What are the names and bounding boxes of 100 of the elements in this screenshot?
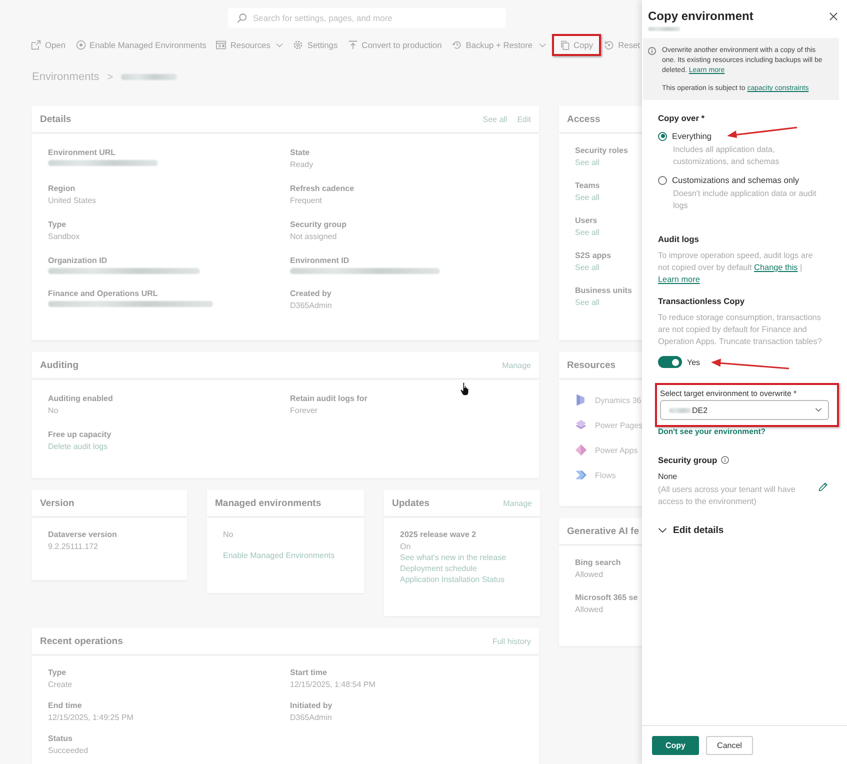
toolbar-button[interactable]: Backup + Restore [452, 40, 546, 50]
edit-details-toggle[interactable]: Edit details [658, 525, 724, 536]
field-link[interactable]: See all [575, 228, 600, 237]
learn-more-link[interactable]: Learn more [658, 275, 700, 284]
field-label: 2025 release wave 2 [400, 530, 476, 539]
header-link[interactable]: Edit [517, 114, 531, 124]
option-label[interactable]: Customizations and schemas only [672, 175, 800, 185]
section-label: Security group [658, 455, 718, 465]
stacked-layers-icon [575, 419, 587, 431]
target-environment-select[interactable]: DE2 [660, 400, 829, 420]
field-label: Organization ID [48, 256, 108, 265]
card-title: Managed environments [215, 498, 322, 508]
pencil-icon [818, 482, 828, 492]
card-title: Details [40, 114, 72, 124]
toggle-switch[interactable] [658, 356, 682, 368]
search-icon [237, 13, 247, 23]
copy-button[interactable]: Copy [652, 736, 699, 754]
audit-logs-description: To improve operation speed, audit logs are not copied over by default Change this | Learn more [658, 250, 814, 286]
field-value: Ready [290, 160, 314, 169]
close-icon [829, 12, 838, 20]
field-label: Bing search [575, 558, 621, 567]
diamond-icon [575, 444, 587, 456]
search-field[interactable]: Search for settings, pages, and more [228, 8, 506, 28]
copy-icon [560, 40, 570, 50]
circle-dot-icon [76, 40, 86, 50]
field-value: D365Admin [290, 301, 332, 310]
update-link[interactable]: Application Installation Status [400, 575, 505, 584]
toolbar-button[interactable]: Settings [293, 40, 338, 50]
resource-link[interactable]: Flows [595, 470, 616, 480]
field-link[interactable]: See all [575, 158, 600, 167]
history-icon [452, 40, 462, 50]
toolbar-button[interactable]: Copy [560, 40, 594, 50]
field-value: United States [48, 196, 96, 205]
chevron-down-icon [658, 528, 667, 533]
field-value: No [223, 530, 234, 539]
window-arrow-icon [31, 40, 41, 50]
option-description: Includes all application data, customizations, and schemas [672, 144, 780, 168]
field-label: Refresh cadence [290, 184, 354, 193]
close-button[interactable] [829, 12, 838, 20]
field-label: Region [48, 184, 76, 193]
cancel-button[interactable]: Cancel [706, 736, 753, 754]
toolbar-button[interactable]: Convert to production [348, 40, 442, 50]
field-label: Free up capacity [48, 430, 112, 439]
header-link[interactable]: Manage [503, 498, 532, 508]
field-value: Forever [290, 406, 318, 415]
toolbar-button[interactable]: Resources [216, 40, 284, 50]
option-label[interactable]: Everything [672, 131, 712, 141]
section-label: Copy over * [658, 113, 705, 123]
angled-logo-icon [575, 394, 587, 406]
radio-button[interactable] [658, 176, 667, 184]
circular-arrow-icon [604, 40, 614, 50]
card-title: Version [40, 498, 74, 508]
field-label: Status [48, 734, 72, 743]
field-value: 9.2.25111.172 [48, 542, 98, 551]
field-link[interactable]: See all [575, 298, 600, 307]
field-label: Users [575, 216, 598, 225]
chevron-down-icon [276, 42, 284, 48]
toolbar-button[interactable]: Open [31, 40, 66, 50]
field-link[interactable]: Delete audit logs [48, 442, 108, 451]
field-label: Microsoft 365 se [575, 593, 638, 602]
header-link[interactable]: Manage [502, 360, 531, 370]
info-icon [721, 456, 730, 464]
field-label: Teams [575, 181, 600, 190]
option-description: Doesn't include application data or audit logs [672, 188, 818, 212]
change-link[interactable]: Change this [754, 263, 798, 272]
section-label: Audit logs [658, 234, 699, 244]
edit-button[interactable] [818, 482, 828, 492]
field-label: Environment ID [290, 256, 350, 265]
update-link[interactable]: See what's new in the release [400, 553, 506, 562]
resource-link[interactable]: Power Pages [595, 420, 642, 430]
field-label: Business units [575, 286, 632, 295]
panel-list-icon [216, 40, 226, 50]
resource-link[interactable]: Power Apps [595, 446, 638, 454]
field-link[interactable]: See all [575, 193, 600, 202]
header-link[interactable]: Full history [492, 636, 531, 646]
field-label: Retain audit logs for [290, 394, 368, 403]
toolbar-button[interactable]: Enable Managed Environments [76, 40, 206, 50]
toolbar-button[interactable]: Reset [604, 40, 640, 50]
radio-button[interactable] [658, 132, 667, 140]
field-label: End time [48, 701, 82, 710]
field-label: Security group [290, 220, 346, 229]
field-label: Dataverse version [48, 530, 117, 539]
field-value: Succeeded [48, 746, 88, 755]
field-label: S2S apps [575, 251, 612, 260]
card-title: Generative AI fe [567, 526, 639, 536]
field-link[interactable]: See all [575, 263, 600, 272]
field-label: Created by [290, 289, 332, 298]
update-link[interactable]: Deployment schedule [400, 564, 477, 573]
chevron-down-icon [538, 42, 546, 48]
settings-icon [293, 40, 304, 50]
field-value: On [400, 542, 411, 551]
enable-link[interactable]: Enable Managed Environments [223, 551, 335, 560]
field-label: Environment URL [48, 148, 116, 157]
transactionless-description: To reduce storage consumption, transactions are not copied by default for Finance and Operation Apps. Truncate transaction tables? [658, 312, 823, 348]
resource-link[interactable]: Dynamics 36 [595, 396, 642, 404]
field-label: Finance and Operations URL [48, 289, 158, 298]
breadcrumb-link[interactable]: Environments [32, 71, 100, 83]
header-link[interactable]: See all [482, 114, 508, 124]
field-label: Start time [290, 668, 327, 677]
info-icon [648, 47, 656, 55]
